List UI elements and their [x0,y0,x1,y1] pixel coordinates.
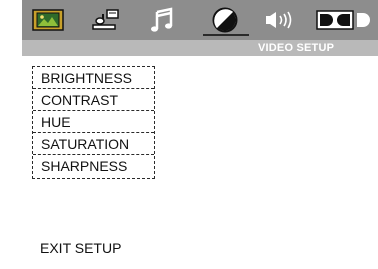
menu-item-brightness[interactable]: BRIGHTNESS [33,67,154,89]
active-tab-indicator [203,34,249,36]
section-title: VIDEO SETUP [258,42,335,54]
menu-item-saturation[interactable]: SATURATION [33,133,154,155]
tv-screen-icon [32,9,64,31]
dolby-digital-icon [316,10,370,30]
menu-item-contrast[interactable]: CONTRAST [33,89,154,111]
video-setup-menu: BRIGHTNESS CONTRAST HUE SATURATION SHARP… [32,66,155,179]
tab-speaker-setup[interactable] [86,4,126,36]
tab-dolby-setup[interactable] [315,4,375,36]
contrast-dial-icon [212,7,238,33]
tab-video-setup[interactable] [205,4,245,36]
menu-item-hue[interactable]: HUE [33,111,154,133]
tab-sound-setup[interactable] [263,4,299,36]
tab-audio-setup[interactable] [142,4,182,36]
music-note-icon [151,7,173,32]
exit-setup-button[interactable]: EXIT SETUP [40,240,121,256]
tab-general-setup[interactable] [28,4,68,36]
speaker-sound-icon [266,11,292,29]
speaker-setup-icon [92,9,119,30]
menu-item-sharpness[interactable]: SHARPNESS [33,155,154,177]
